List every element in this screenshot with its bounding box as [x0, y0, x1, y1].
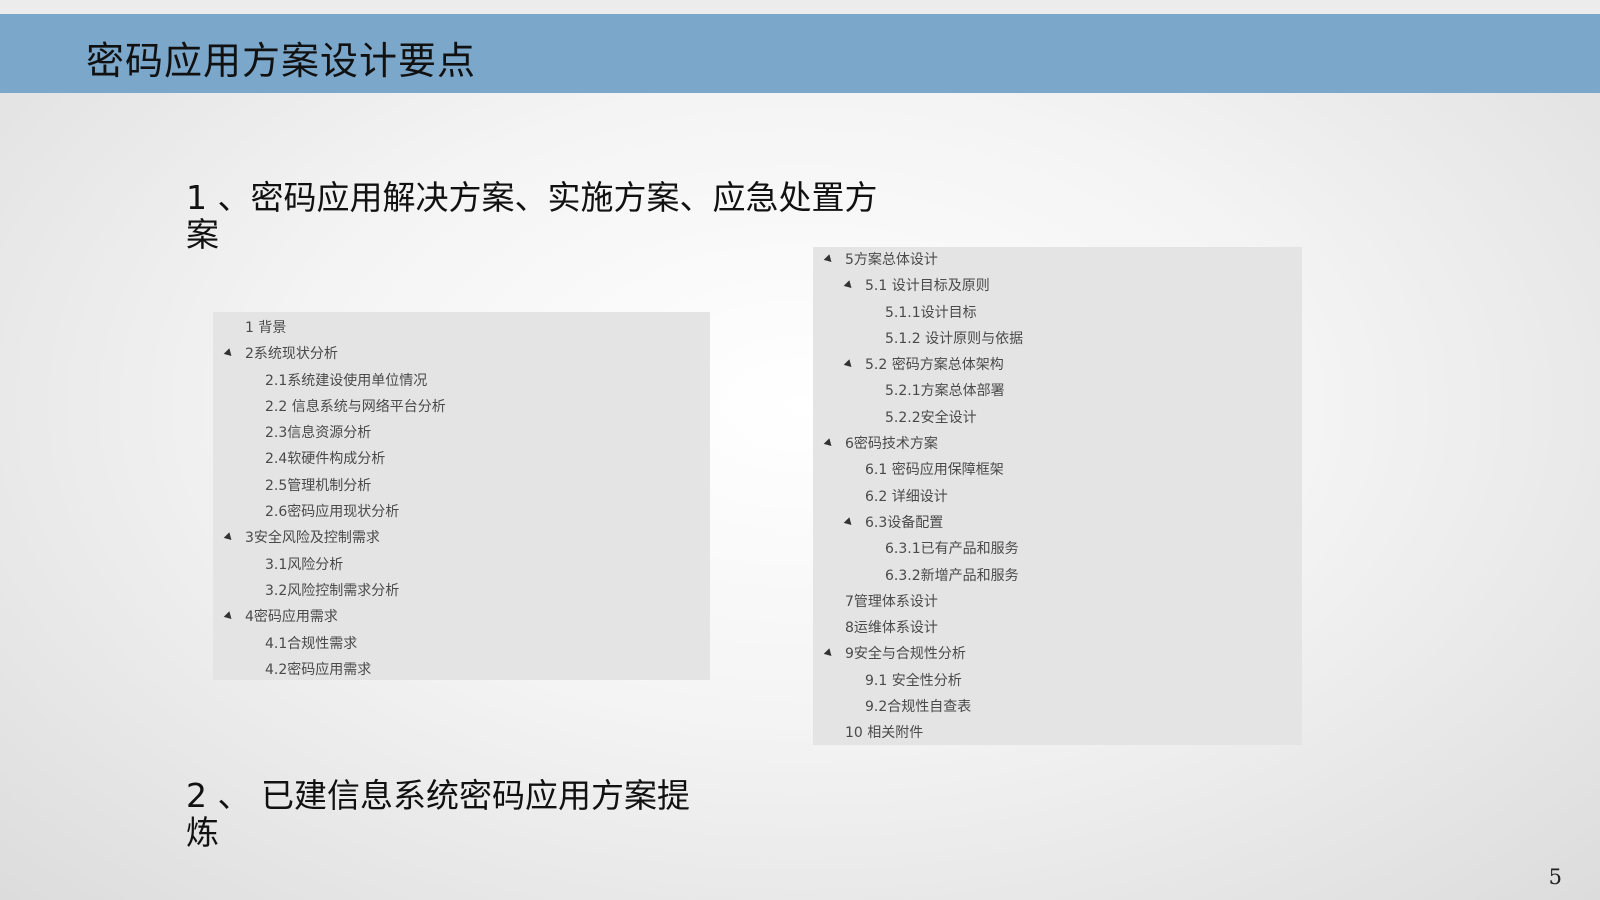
toc-item-label: 3.2风险控制需求分析 [265, 582, 400, 599]
toc-item[interactable]: 3.2风险控制需求分析 [213, 578, 710, 604]
top-strip [0, 0, 1600, 14]
expand-triangle-icon[interactable] [843, 359, 855, 370]
toc-item[interactable]: 10 相关附件 [813, 720, 1302, 746]
toc-item[interactable]: 2.5管理机制分析 [213, 473, 710, 499]
toc-item[interactable]: 3.1风险分析 [213, 552, 710, 578]
toc-item[interactable]: 2.1系统建设使用单位情况 [213, 368, 710, 394]
toc-item[interactable]: 2.2 信息系统与网络平台分析 [213, 394, 710, 420]
toc-item-label: 6.3.1已有产品和服务 [885, 541, 1019, 558]
toc-item-label: 9.1 安全性分析 [865, 672, 962, 689]
toc-item-label: 5.1.2 设计原则与依据 [885, 330, 1024, 347]
toc-item-label: 7管理体系设计 [845, 593, 938, 610]
expand-triangle-icon[interactable] [223, 532, 235, 544]
toc-item[interactable]: 6密码技术方案 [813, 431, 1302, 457]
toc-item[interactable]: 6.3设备配置 [813, 510, 1302, 536]
toc-item[interactable]: 9.2合规性自查表 [813, 694, 1302, 720]
point-1-text: 1 、密码应用解决方案、实施方案、应急处置方案 [186, 178, 878, 254]
toc-item-label: 5方案总体设计 [845, 252, 938, 268]
toc-item-label: 5.2 密码方案总体架构 [865, 357, 1004, 374]
toc-panel-right: 5方案总体设计 5.1 设计目标及原则 5.1.1设计目标 5.1.2 设计原则与依据… [813, 247, 1302, 745]
toc-item-label: 2.5管理机制分析 [265, 477, 372, 494]
toc-item[interactable]: 5方案总体设计 [813, 247, 1302, 273]
toc-item-label: 1 背景 [245, 320, 287, 336]
toc-item[interactable]: 2系统现状分析 [213, 341, 710, 367]
toc-item-label: 2.1系统建设使用单位情况 [265, 372, 428, 389]
toc-item-label: 5.1 设计目标及原则 [865, 278, 990, 295]
toc-item[interactable]: 2.3信息资源分析 [213, 420, 710, 446]
toc-item[interactable]: 2.6密码应用现状分析 [213, 499, 710, 525]
toc-item-label: 6.1 密码应用保障框架 [865, 462, 1004, 479]
toc-item-label: 5.2.1方案总体部署 [885, 383, 1005, 400]
toc-item[interactable]: 4.2密码应用需求 [213, 657, 710, 683]
toc-list-right: 5方案总体设计 5.1 设计目标及原则 5.1.1设计目标 5.1.2 设计原则与依据… [813, 247, 1302, 747]
toc-item-label: 9安全与合规性分析 [845, 646, 966, 663]
toc-item[interactable]: 6.1 密码应用保障框架 [813, 457, 1302, 483]
toc-item-label: 9.2合规性自查表 [865, 699, 972, 716]
toc-item[interactable]: 3安全风险及控制需求 [213, 525, 710, 551]
toc-item-label: 5.1.1设计目标 [885, 304, 977, 321]
toc-item[interactable]: 5.1 设计目标及原则 [813, 273, 1302, 299]
toc-item-label: 4.2密码应用需求 [265, 661, 372, 678]
page-number: 5 [1548, 865, 1562, 889]
toc-item[interactable]: 4密码应用需求 [213, 604, 710, 630]
toc-item[interactable]: 8运维体系设计 [813, 615, 1302, 641]
toc-item[interactable]: 2.4软硬件构成分析 [213, 446, 710, 472]
toc-item[interactable]: 1 背景 [213, 315, 710, 341]
toc-item-label: 2.6密码应用现状分析 [265, 504, 400, 521]
point-2-text: 2 、 已建信息系统密码应用方案提炼 [186, 776, 690, 852]
expand-triangle-icon[interactable] [843, 280, 855, 292]
toc-item-label: 5.2.2安全设计 [885, 409, 977, 426]
toc-item[interactable]: 6.3.1已有产品和服务 [813, 536, 1302, 562]
toc-item-label: 8运维体系设计 [845, 620, 938, 637]
expand-triangle-icon[interactable] [823, 254, 835, 265]
expand-triangle-icon[interactable] [823, 438, 835, 449]
toc-panel-left: 1 背景 2系统现状分析 2.1系统建设使用单位情况 2.2 信息系统与网络平台分析 2… [213, 312, 710, 680]
expand-triangle-icon[interactable] [843, 517, 855, 528]
toc-item[interactable]: 5.2 密码方案总体架构 [813, 352, 1302, 378]
toc-item-label: 2.3信息资源分析 [265, 425, 372, 442]
expand-triangle-icon[interactable] [223, 611, 235, 623]
toc-item-label: 6.3设备配置 [865, 514, 944, 531]
expand-triangle-icon[interactable] [223, 348, 235, 360]
toc-item-label: 10 相关附件 [845, 725, 924, 742]
toc-item-label: 6.2 详细设计 [865, 488, 948, 505]
toc-item-label: 2.2 信息系统与网络平台分析 [265, 398, 446, 415]
toc-item[interactable]: 5.2.1方案总体部署 [813, 378, 1302, 404]
toc-item[interactable]: 6.2 详细设计 [813, 484, 1302, 510]
expand-triangle-icon[interactable] [823, 648, 835, 660]
toc-item[interactable]: 5.1.2 设计原则与依据 [813, 326, 1302, 352]
toc-list-left: 1 背景 2系统现状分析 2.1系统建设使用单位情况 2.2 信息系统与网络平台分析 2… [213, 312, 710, 683]
toc-item[interactable]: 6.3.2新增产品和服务 [813, 563, 1302, 589]
toc-item[interactable]: 7管理体系设计 [813, 589, 1302, 615]
toc-item[interactable]: 9.1 安全性分析 [813, 668, 1302, 694]
toc-item[interactable]: 5.2.2安全设计 [813, 405, 1302, 431]
toc-item-label: 3安全风险及控制需求 [245, 530, 380, 547]
toc-item[interactable]: 4.1合规性需求 [213, 631, 710, 657]
toc-item-label: 3.1风险分析 [265, 556, 344, 573]
toc-item[interactable]: 5.1.1设计目标 [813, 300, 1302, 326]
toc-item-label: 4密码应用需求 [245, 609, 338, 626]
slide-title: 密码应用方案设计要点 [86, 39, 477, 83]
toc-item-label: 2.4软硬件构成分析 [265, 451, 386, 468]
toc-item-label: 4.1合规性需求 [265, 635, 358, 652]
toc-item-label: 6密码技术方案 [845, 436, 938, 453]
toc-item-label: 2系统现状分析 [245, 346, 338, 363]
toc-item-label: 6.3.2新增产品和服务 [885, 567, 1019, 584]
toc-item[interactable]: 9安全与合规性分析 [813, 641, 1302, 667]
